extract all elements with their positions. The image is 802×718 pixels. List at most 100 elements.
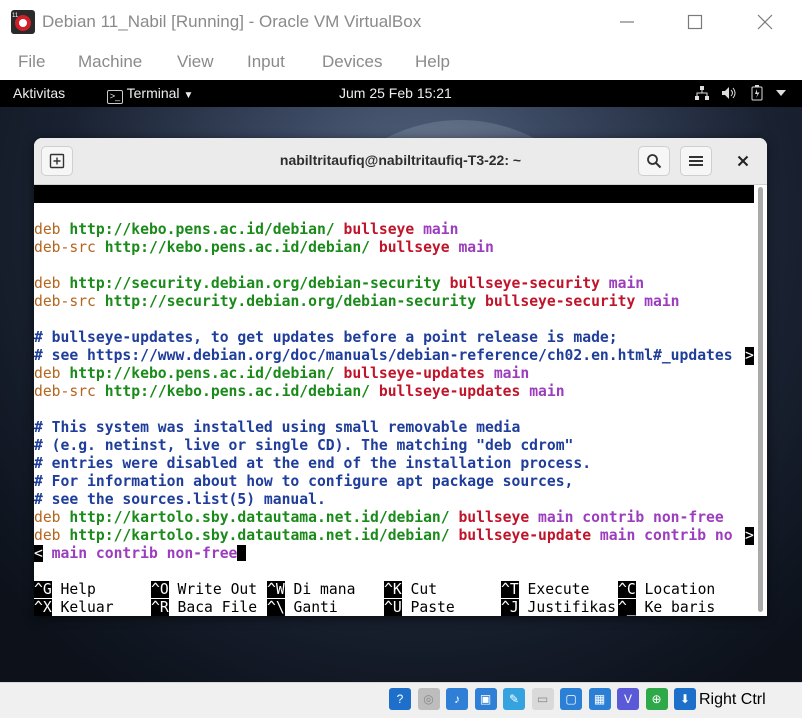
shortcut-label: Paste (401, 599, 455, 616)
editor-line: deb-src http://security.debian.org/debia… (34, 293, 680, 311)
text-cursor (237, 545, 247, 561)
editor-line: deb http://kebo.pens.ac.id/debian/ bulls… (34, 365, 529, 383)
menu-help[interactable]: Help (415, 52, 450, 72)
editor-token: deb (34, 221, 61, 238)
video-capture-icon[interactable]: V (617, 688, 639, 710)
audio-icon[interactable]: ♪ (446, 688, 468, 710)
maximize-button[interactable] (672, 8, 718, 36)
shortcut-item: ^O Write Out (151, 581, 257, 599)
menu-file[interactable]: File (18, 52, 45, 72)
menu-machine[interactable]: Machine (78, 52, 142, 72)
editor-line: # (e.g. netinst, live or single CD). The… (34, 437, 573, 455)
editor-token: http://kartolo.sby.datautama.net.id/debi… (60, 527, 450, 544)
shortcut-label: Di mana (284, 581, 356, 598)
screen-capture-icon[interactable]: ▦ (588, 688, 611, 710)
virtualbox-logo-icon: 11 (11, 10, 35, 34)
shortcut-key: ^K (384, 581, 402, 598)
system-menu-chevron-icon[interactable] (772, 84, 790, 102)
nano-header-bar: GNU nano 5.4/etc/apt/sources.list * (34, 185, 754, 220)
menu-devices[interactable]: Devices (322, 52, 382, 72)
volume-icon[interactable] (720, 84, 738, 102)
shortcut-key: ^T (501, 581, 519, 598)
editor-token: main contrib no (591, 527, 733, 544)
status-bar: ? ◎ ♪ ▣ ✎ ▭ ▢ ▦ V ⊕ ⬇ Right Ctrl (0, 682, 802, 718)
editor-token: http://kebo.pens.ac.id/debian/ (95, 383, 371, 400)
editor-token: # This system was installed using small … (34, 419, 521, 436)
editor-token: bullseye-updates (334, 365, 485, 382)
editor-token: main (599, 275, 645, 292)
battery-icon[interactable] (748, 84, 766, 102)
network-icon[interactable]: ▣ (474, 688, 497, 710)
shared-folder-icon[interactable]: ▭ (531, 688, 554, 710)
display-icon[interactable]: ▢ (560, 688, 582, 710)
mouse-integration-icon[interactable]: ⊕ (645, 688, 668, 710)
window-title: Debian 11_Nabil [Running] - Oracle VM Vi… (42, 12, 422, 31)
shortcut-item: ^J Justifikas (501, 599, 616, 616)
editor-line: deb-src http://kebo.pens.ac.id/debian/ b… (34, 239, 494, 257)
editor-line: # entries were disabled at the end of th… (34, 455, 591, 473)
keyboard-capture-icon[interactable]: ⬇ (674, 688, 696, 710)
shortcut-key: ^X (34, 599, 52, 616)
editor-token: main (449, 239, 494, 256)
menu-view[interactable]: View (177, 52, 214, 72)
close-icon (757, 14, 773, 30)
editor-token: http://kebo.pens.ac.id/debian/ (95, 239, 371, 256)
editor-token: deb-src (34, 383, 96, 400)
editor-line: # For information about how to configure… (34, 473, 573, 491)
editor-token: main (414, 221, 459, 238)
shortcut-item: ^W Di mana (267, 581, 355, 599)
optical-drive-icon[interactable]: ◎ (417, 688, 440, 710)
search-button[interactable] (638, 146, 670, 176)
shortcut-label: Location (635, 581, 716, 598)
terminal-window[interactable]: nabiltritaufiq@nabiltritaufiq-T3-22: ~ G… (34, 138, 767, 616)
search-icon (647, 154, 662, 169)
editor-token: deb-src (34, 239, 96, 256)
editor-token: # see the sources.list(5) manual. (34, 491, 326, 508)
editor-token: http://kebo.pens.ac.id/debian/ (60, 221, 335, 238)
editor-token: http://security.debian.org/debian-securi… (95, 293, 477, 310)
guest-display[interactable]: Aktivitas >_ Terminal ▼ Jum 25 Feb 15:21… (0, 80, 802, 682)
shortcut-label: Justifikas (518, 599, 616, 616)
shortcut-label: Baca File (168, 599, 258, 616)
shortcut-item: ^\ Ganti (267, 599, 338, 616)
shortcut-item: ^T Execute (501, 581, 589, 599)
editor-line: # see https://www.debian.org/doc/manuals… (34, 347, 754, 365)
editor-token: http://kebo.pens.ac.id/debian/ (60, 365, 335, 382)
network-wired-icon[interactable] (693, 84, 711, 102)
shortcut-item: ^U Paste (384, 599, 455, 616)
shortcut-key: ^W (267, 581, 285, 598)
nano-filename: /etc/apt/sources.list * (322, 203, 526, 220)
shortcut-label: Help (51, 581, 96, 598)
editor-line: # see the sources.list(5) manual. (34, 491, 326, 509)
activities-button[interactable]: Aktivitas (13, 85, 65, 101)
shortcut-label: Ganti (284, 599, 338, 616)
menu-input[interactable]: Input (247, 52, 285, 72)
editor-token: > (745, 347, 754, 365)
terminal-scrollbar[interactable] (758, 187, 763, 612)
usb-icon[interactable]: ✎ (503, 688, 525, 710)
shortcut-key: ^O (151, 581, 169, 598)
editor-token: deb (34, 365, 61, 382)
chevron-down-icon: ▼ (183, 90, 194, 101)
editor-token: deb-src (34, 293, 96, 310)
shortcut-label: Cut (401, 581, 438, 598)
hamburger-menu-button[interactable] (680, 146, 712, 176)
maximize-icon (687, 14, 703, 30)
terminal-content[interactable]: GNU nano 5.4/etc/apt/sources.list * deb … (34, 185, 767, 616)
editor-token: deb (34, 527, 61, 544)
clock[interactable]: Jum 25 Feb 15:21 (339, 85, 452, 101)
editor-token: deb (34, 275, 61, 292)
editor-token: # (e.g. netinst, live or single CD). The… (34, 437, 574, 454)
editor-token: # For information about how to configure… (34, 473, 574, 490)
hard-disk-icon[interactable]: ? (389, 688, 411, 710)
gnome-top-bar: Aktivitas >_ Terminal ▼ Jum 25 Feb 15:21 (0, 80, 802, 107)
minimize-button[interactable] (604, 8, 650, 36)
close-button[interactable] (742, 8, 788, 36)
editor-token: deb (34, 509, 61, 526)
editor-line: deb http://kartolo.sby.datautama.net.id/… (34, 509, 724, 527)
shortcut-item: ^C Location (618, 581, 715, 599)
terminal-app-menu[interactable]: >_ Terminal ▼ (107, 85, 193, 104)
editor-line: deb http://kebo.pens.ac.id/debian/ bulls… (34, 221, 458, 239)
editor-line: < main contrib non-free (34, 545, 247, 563)
terminal-close-button[interactable] (728, 146, 758, 176)
